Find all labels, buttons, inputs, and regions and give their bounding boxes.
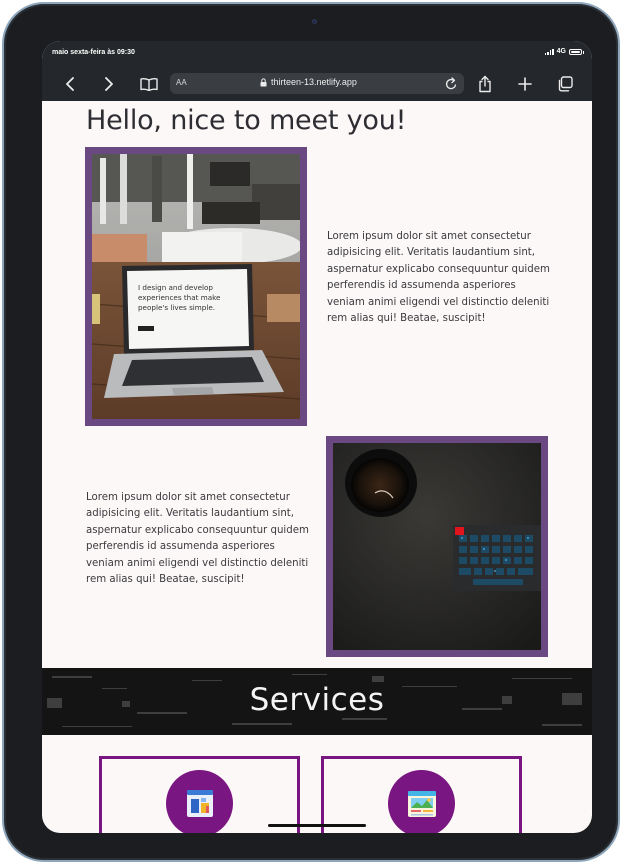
service-icon-circle [388,770,455,833]
new-tab-icon [518,77,532,91]
laptop-caption-line1: I design and develop [138,283,213,292]
status-time: maio sexta-feira às 09:30 [52,49,135,56]
reload-button[interactable] [445,76,458,95]
laptop-caption-line3: people's lives simple. [138,303,215,312]
reload-icon [446,77,457,90]
address-bar[interactable]: AA thirteen-13.netlify.app [170,73,464,94]
service-icon-circle [166,770,233,833]
service-card [99,756,300,833]
services-heading: Services [249,682,385,718]
coffee-keyboard-photo [326,436,548,657]
tabs-icon [558,76,573,92]
url-display: thirteen-13.netlify.app [260,77,357,87]
laptop-photo: I design and develop experiences that ma… [85,147,307,426]
back-button[interactable] [62,73,78,95]
landscape-icon [407,790,436,817]
design-icon [186,789,213,817]
page-heading: Hello, nice to meet you! [86,105,407,136]
back-icon [66,77,74,91]
bookmarks-icon [140,78,158,91]
battery-icon [569,48,584,55]
lock-icon [260,77,267,86]
screen: maio sexta-feira às 09:30 4G AA thirteen… [42,41,592,833]
services-banner: Services [42,668,592,735]
forward-icon [105,77,113,91]
forward-button[interactable] [101,73,117,95]
ipad-frame: maio sexta-feira às 09:30 4G AA thirteen… [2,2,620,862]
laptop-caption-line2: experiences that make [138,293,221,302]
home-indicator [268,824,366,827]
intro-paragraph-2: Lorem ipsum dolor sit amet consectetur a… [86,492,309,586]
status-indicators: 4G [544,48,584,55]
text-size-button[interactable]: AA [176,78,187,87]
signal-icon [544,48,554,55]
intro-paragraph-1: Lorem ipsum dolor sit amet consectetur a… [327,231,550,325]
bookmarks-button[interactable] [139,73,159,95]
front-camera [312,19,317,24]
url-text: thirteen-13.netlify.app [271,77,357,87]
browser-chrome: maio sexta-feira às 09:30 4G AA thirteen… [42,41,592,101]
tabs-button[interactable] [556,73,574,95]
share-button[interactable] [477,73,493,95]
share-icon [478,75,491,93]
service-card [321,756,522,833]
network-label: 4G [556,48,566,55]
new-tab-button[interactable] [517,73,533,95]
